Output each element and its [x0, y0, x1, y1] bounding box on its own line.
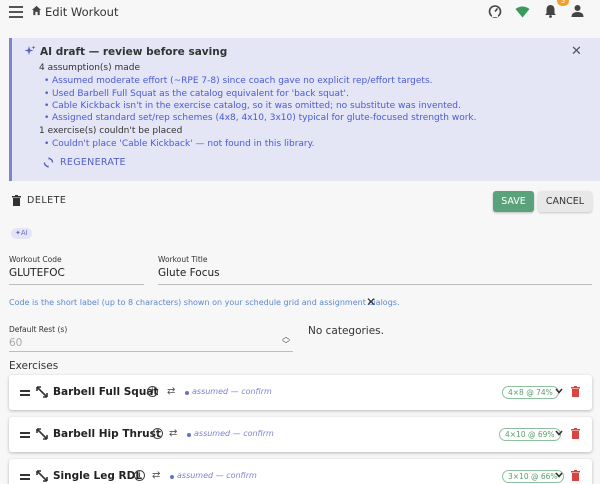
status-dot: [187, 433, 191, 437]
top-app-bar: Edit Workout 5: [0, 0, 600, 26]
ai-chip: ✦AI: [11, 228, 32, 239]
info-icon[interactable]: i: [147, 386, 158, 397]
sparkle-icon: [24, 45, 36, 55]
workout-code-label: Workout Code: [9, 255, 62, 264]
exercise-name: Barbell Full Squat: [53, 386, 159, 398]
trash-icon[interactable]: [571, 470, 580, 481]
drag-handle-icon[interactable]: [20, 390, 30, 398]
ai-draft-title: AI draft — review before saving: [40, 46, 228, 58]
info-icon[interactable]: i: [152, 428, 163, 439]
wifi-icon: [515, 6, 530, 18]
assumption-item: Assigned standard set/rep schemes (4x8, …: [44, 113, 476, 123]
expand-icon[interactable]: [36, 470, 48, 482]
chevron-down-icon[interactable]: [555, 430, 563, 436]
notification-badge: 5: [557, 0, 569, 6]
regenerate-button[interactable]: REGENERATE: [43, 157, 126, 168]
scheme-badge[interactable]: 4×8 @ 74%: [502, 386, 559, 399]
assumption-item: Assumed moderate effort (~RPE 7-8) since…: [44, 76, 433, 86]
workout-title-field[interactable]: Glute Focus: [158, 267, 220, 279]
swap-icon[interactable]: ⇄: [152, 470, 160, 481]
scheme-badge[interactable]: 4×10 @ 69%: [499, 428, 561, 441]
chevron-down-icon[interactable]: [555, 472, 563, 478]
delete-button[interactable]: DELETE: [12, 195, 66, 206]
trash-icon[interactable]: [571, 428, 580, 439]
assumptions-heading: 4 assumption(s) made: [39, 63, 141, 73]
chevron-down-icon[interactable]: [555, 388, 563, 394]
drag-handle-icon[interactable]: [20, 432, 30, 440]
close-icon[interactable]: ✕: [571, 45, 582, 58]
delete-label: DELETE: [27, 195, 67, 206]
page-title: Edit Workout: [45, 5, 119, 19]
ai-draft-banner: AI draft — review before saving ✕ 4 assu…: [9, 38, 600, 181]
code-hint: Code is the short label (up to 8 charact…: [9, 298, 400, 307]
workout-code-underline: [9, 284, 144, 285]
regenerate-label: REGENERATE: [60, 157, 126, 168]
trash-icon[interactable]: [571, 386, 580, 397]
workout-title-underline: [158, 284, 592, 285]
exercise-row[interactable]: Barbell Full Squat i ⇄ assumed — confirm…: [9, 375, 592, 410]
cancel-button[interactable]: CANCEL: [538, 191, 592, 212]
expand-icon[interactable]: [36, 428, 48, 440]
default-rest-label: Default Rest (s): [9, 325, 68, 334]
swap-icon[interactable]: ⇄: [169, 428, 177, 439]
trash-icon: [12, 195, 21, 206]
assumption-item: Used Barbell Full Squat as the catalog e…: [44, 89, 349, 99]
bell-icon[interactable]: [544, 4, 557, 18]
workout-title-label: Workout Title: [158, 255, 208, 264]
menu-icon[interactable]: [9, 6, 23, 18]
exercise-row[interactable]: Barbell Hip Thrust i ⇄ assumed — confirm…: [9, 417, 592, 452]
drag-handle-icon[interactable]: [20, 474, 30, 482]
swap-icon[interactable]: ⇄: [167, 386, 175, 397]
assumed-status: assumed — confirm: [192, 387, 272, 396]
assumed-status: assumed — confirm: [177, 471, 257, 480]
exercise-row[interactable]: Single Leg RDL i ⇄ assumed — confirm 3×1…: [9, 459, 592, 484]
assumed-status: assumed — confirm: [194, 429, 274, 438]
speedometer-icon[interactable]: [488, 4, 502, 18]
info-icon[interactable]: i: [134, 470, 145, 481]
exercise-name: Barbell Hip Thrust: [53, 428, 161, 440]
status-dot: [185, 391, 189, 395]
account-icon[interactable]: [571, 4, 584, 18]
unplaced-heading: 1 exercise(s) couldn't be placed: [39, 126, 183, 136]
workout-code-field[interactable]: GLUTEFOC: [9, 267, 65, 279]
default-rest-field[interactable]: 60: [9, 337, 22, 349]
home-icon[interactable]: [31, 5, 42, 16]
refresh-icon: [43, 157, 54, 168]
save-button[interactable]: SAVE: [493, 191, 534, 212]
expand-icon[interactable]: [36, 386, 48, 398]
categories-empty: No categories.: [308, 325, 384, 337]
exercise-name: Single Leg RDL: [53, 470, 143, 482]
default-rest-underline: [9, 351, 293, 352]
status-dot: [170, 475, 174, 479]
rest-stepper[interactable]: ︿ ﹀: [282, 333, 290, 349]
exercises-heading: Exercises: [9, 360, 59, 372]
ai-chip-label: AI: [20, 229, 28, 237]
dismiss-hint-icon[interactable]: ✕: [366, 296, 376, 308]
unplaced-item: Couldn't place 'Cable Kickback' — not fo…: [44, 139, 315, 149]
assumption-item: Cable Kickback isn't in the exercise cat…: [44, 101, 461, 111]
